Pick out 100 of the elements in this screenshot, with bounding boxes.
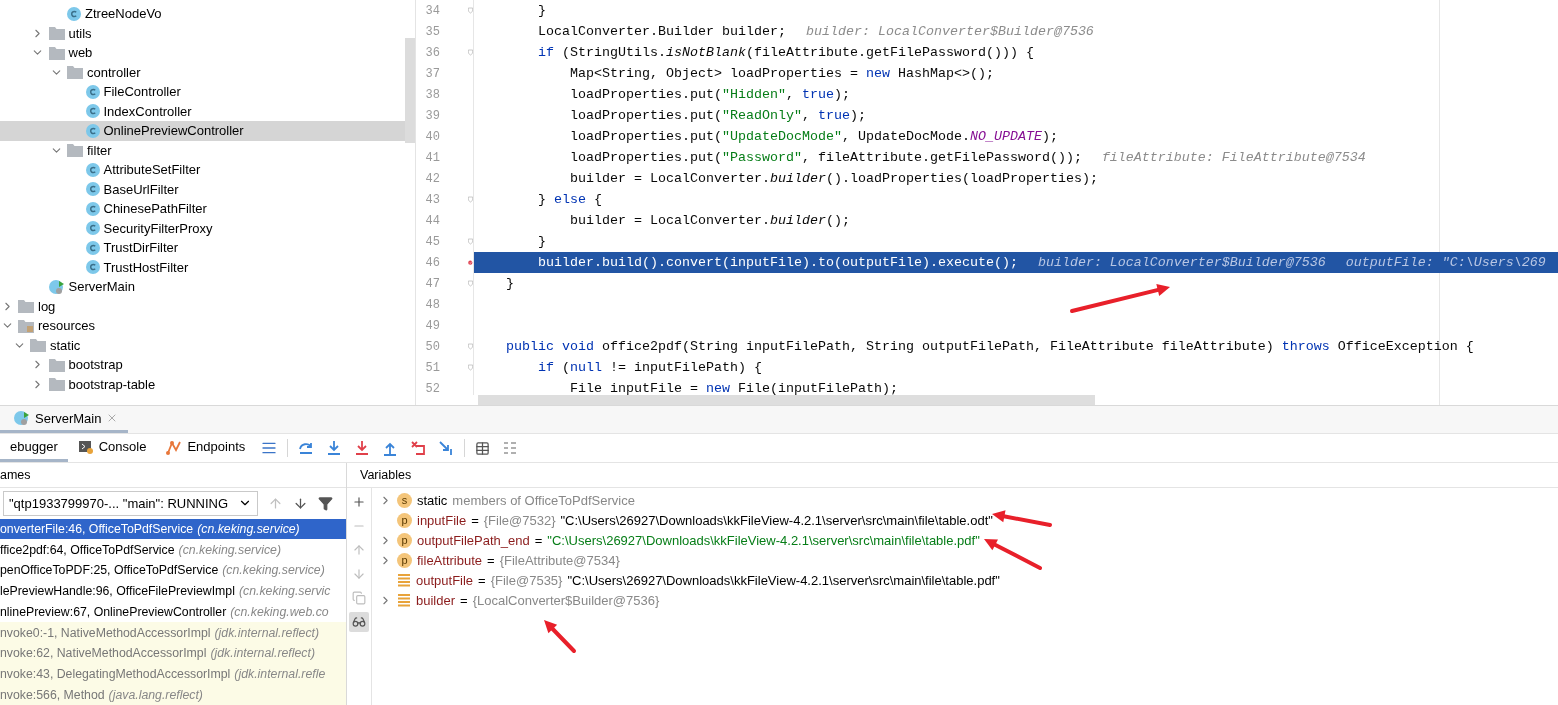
tree-item[interactable]: TrustHostFilter — [0, 257, 405, 277]
code-line: if (StringUtils.isNotBlank(fileAttribute.getFilePassword())) { — [537, 44, 1035, 62]
step-over-icon[interactable] — [298, 440, 315, 456]
folder-icon — [48, 377, 65, 392]
stack-frame[interactable]: nvoke:62, NativeMethodAccessorImpl (jdk.internal.reflect) — [0, 642, 346, 664]
stack-frame[interactable]: onverterFile:46, OfficeToPdfService (cn.keking.service) — [0, 518, 346, 540]
line-number: 42 — [424, 171, 440, 186]
variable-type: {File@7532} — [483, 512, 556, 528]
line-number: 35 — [424, 24, 440, 39]
table-icon[interactable] — [475, 440, 491, 456]
endpoints-icon — [166, 438, 183, 455]
tree-item[interactable]: filter — [0, 140, 405, 160]
equals-sign: = — [478, 572, 486, 588]
line-number: 34 — [424, 3, 440, 18]
code-line: loadProperties.put("ReadOnly", true); — [568, 107, 867, 125]
variable-badge: p — [397, 532, 412, 548]
field-icon — [397, 593, 411, 607]
line-number: 47 — [424, 276, 440, 291]
force-step-into-icon[interactable] — [354, 440, 371, 456]
step-out-icon[interactable] — [382, 440, 399, 456]
fold-icon[interactable] — [468, 195, 473, 204]
tree-item[interactable]: bootstrap-table — [0, 374, 405, 394]
tree-item[interactable]: TrustDirFilter — [0, 238, 405, 258]
equals-sign: = — [534, 532, 543, 548]
fold-icon[interactable] — [468, 342, 473, 351]
scrollbar-thumb[interactable] — [478, 395, 1095, 405]
line-number: 40 — [424, 129, 440, 144]
line-number: 49 — [424, 318, 440, 333]
thread-dropdown[interactable]: "qtp1933799970-... "main": RUNNING — [3, 490, 258, 516]
folder-icon — [48, 357, 65, 372]
tool-tab[interactable]: Console — [67, 434, 157, 462]
fold-icon[interactable] — [468, 279, 473, 288]
line-number: 39 — [424, 108, 440, 123]
tree-item[interactable]: ChinesePathFilter — [0, 199, 405, 219]
tool-tab[interactable]: Endpoints — [156, 434, 256, 462]
code-line: loadProperties.put("UpdateDocMode", UpdateDocMode.NO_UPDATE); — [568, 128, 1059, 146]
folder-icon — [67, 143, 83, 158]
tree-item[interactable]: IndexController — [0, 101, 405, 121]
folder-icon — [18, 299, 34, 314]
equals-sign: = — [487, 552, 495, 568]
tree-item[interactable]: log — [0, 296, 405, 316]
tree-item[interactable]: utils — [0, 23, 405, 43]
variable-value: "C:\Users\26927\Downloads\kkFileView-4.2.1\server\src\main\file\table.pdf" — [547, 532, 980, 548]
menu-icon[interactable] — [261, 440, 278, 456]
stack-frame[interactable]: nvoke:43, DelegatingMethodAccessorImpl (jdk.internal.refle — [0, 663, 346, 685]
glasses-icon[interactable] — [349, 612, 369, 632]
down-arrow-icon[interactable] — [293, 495, 308, 511]
variable-badge: s — [397, 492, 412, 508]
field-icon — [397, 573, 411, 587]
tree-item[interactable]: bootstrap — [0, 355, 405, 375]
class-icon — [85, 240, 100, 255]
class-icon — [48, 278, 65, 295]
list-icon[interactable] — [502, 440, 519, 456]
line-number: 44 — [424, 213, 440, 228]
tool-tab[interactable]: ebugger — [0, 434, 68, 462]
fold-icon[interactable] — [468, 237, 473, 246]
tree-item[interactable]: BaseUrlFilter — [0, 179, 405, 199]
class-icon — [85, 123, 100, 138]
class-icon — [67, 6, 81, 21]
tree-item[interactable]: FileController — [0, 82, 405, 102]
line-number: 48 — [424, 297, 440, 312]
tree-item[interactable]: SecurityFilterProxy — [0, 218, 405, 238]
variable-badge: p — [397, 552, 412, 568]
variable-name: builder — [416, 592, 456, 608]
stack-frame[interactable]: nvoke:566, Method (java.lang.reflect) — [0, 684, 346, 705]
folder-icon — [48, 26, 65, 41]
folder-icon — [30, 338, 46, 353]
run-to-cursor-icon[interactable] — [438, 440, 455, 456]
panel-title: ames — [0, 468, 31, 482]
tree-item[interactable]: OnlinePreviewController — [0, 121, 405, 141]
class-icon — [85, 104, 100, 119]
filter-icon[interactable] — [318, 495, 333, 511]
variable-value: "C:\Users\26927\Downloads\kkFileView-4.2.1\server\src\main\file\table.pdf" — [567, 572, 1000, 588]
class-icon — [14, 410, 30, 426]
class-icon — [85, 162, 100, 177]
code-line: public void office2pdf(String inputFilePath, String outputFilePath, FileAttribute fileAttribute) throws OfficeException { — [505, 338, 1475, 356]
fold-icon[interactable] — [468, 48, 473, 57]
tree-item[interactable]: controller — [0, 62, 405, 82]
fold-icon[interactable] — [468, 363, 473, 372]
line-number: 38 — [424, 87, 440, 102]
fold-icon[interactable] — [468, 6, 473, 15]
code-line: loadProperties.put("Hidden", true); — [568, 86, 851, 104]
tree-item[interactable]: ZtreeNodeVo — [0, 4, 405, 24]
stack-frame[interactable]: nvoke0:-1, NativeMethodAccessorImpl (jdk.internal.reflect) — [0, 622, 346, 643]
tree-item[interactable]: static — [0, 335, 405, 355]
class-icon — [85, 260, 100, 275]
folder-icon — [67, 65, 83, 80]
scrollbar-thumb[interactable] — [405, 38, 415, 143]
code-line: } — [537, 2, 547, 20]
run-tab[interactable]: ServerMain — [0, 406, 129, 433]
tree-item[interactable]: web — [0, 43, 405, 63]
tree-item[interactable]: AttributeSetFilter — [0, 160, 405, 180]
tree-item[interactable]: ServerMain — [0, 277, 405, 297]
step-into-icon[interactable] — [326, 440, 343, 456]
equals-sign: = — [460, 592, 468, 608]
variable-name: static — [417, 492, 448, 508]
folder-icon — [18, 318, 34, 333]
drop-frame-icon[interactable] — [410, 440, 427, 456]
tree-item[interactable]: resources — [0, 316, 405, 336]
code-line: LocalConverter.Builder builder; builder: LocalConverter$Builder@7536 — [537, 23, 1095, 41]
